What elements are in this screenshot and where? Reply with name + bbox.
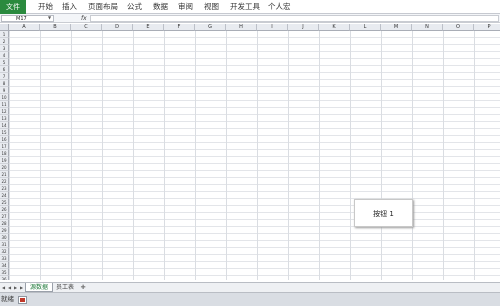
column-header-b[interactable]: B <box>40 24 71 31</box>
tab-insert[interactable]: 插入 <box>62 0 77 14</box>
column-header-o[interactable]: O <box>443 24 474 31</box>
row-header-8[interactable]: 8 <box>0 80 9 87</box>
row-header-28[interactable]: 28 <box>0 220 9 227</box>
column-header-h[interactable]: H <box>226 24 257 31</box>
row-header-34[interactable]: 34 <box>0 262 9 269</box>
column-header-c[interactable]: C <box>71 24 102 31</box>
tab-personal-macro[interactable]: 个人宏 <box>268 0 291 14</box>
column-header-g[interactable]: G <box>195 24 226 31</box>
tab-review[interactable]: 审阅 <box>178 0 193 14</box>
row-header-6[interactable]: 6 <box>0 66 9 73</box>
column-header-n[interactable]: N <box>412 24 443 31</box>
file-tab[interactable]: 文件 <box>0 0 26 14</box>
column-header-k[interactable]: K <box>319 24 350 31</box>
row-header-36[interactable]: 36 <box>0 276 9 280</box>
row-header-14[interactable]: 14 <box>0 122 9 129</box>
status-ready-text: 就绪 <box>1 295 14 303</box>
row-header-32[interactable]: 32 <box>0 248 9 255</box>
row-header-27[interactable]: 27 <box>0 213 9 220</box>
row-header-20[interactable]: 20 <box>0 164 9 171</box>
column-header-d[interactable]: D <box>102 24 133 31</box>
column-header-p[interactable]: P <box>474 24 500 31</box>
function-icon[interactable]: fx <box>81 14 87 23</box>
row-header-13[interactable]: 13 <box>0 115 9 122</box>
row-header-18[interactable]: 18 <box>0 150 9 157</box>
row-header-12[interactable]: 12 <box>0 108 9 115</box>
column-header-j[interactable]: J <box>288 24 319 31</box>
row-header-2[interactable]: 2 <box>0 38 9 45</box>
column-header-a[interactable]: A <box>9 24 40 31</box>
tab-data[interactable]: 数据 <box>153 0 168 14</box>
row-header-1[interactable]: 1 <box>0 31 9 38</box>
row-header-5[interactable]: 5 <box>0 59 9 66</box>
tab-developer[interactable]: 开发工具 <box>230 0 260 14</box>
spreadsheet-grid: ABCDEFGHIJKLMNOP 1 2 3 4 5 6 7 8 9 10 11 12 13 14 15 16… <box>0 24 500 280</box>
column-header-m[interactable]: M <box>381 24 412 31</box>
column-header-i[interactable]: I <box>257 24 288 31</box>
row-header-21[interactable]: 21 <box>0 171 9 178</box>
row-header-7[interactable]: 7 <box>0 73 9 80</box>
prev-sheet-icon[interactable]: ◀ <box>7 284 12 291</box>
next-sheet-icon[interactable]: ▶ <box>13 284 18 291</box>
row-header-3[interactable]: 3 <box>0 45 9 52</box>
last-sheet-icon[interactable]: ▶ <box>19 284 24 291</box>
row-header-33[interactable]: 33 <box>0 255 9 262</box>
row-header-25[interactable]: 25 <box>0 199 9 206</box>
row-header-24[interactable]: 24 <box>0 192 9 199</box>
row-header-35[interactable]: 35 <box>0 269 9 276</box>
status-bar: 就绪 <box>0 292 500 306</box>
first-sheet-icon[interactable]: ◀ <box>1 284 6 291</box>
sheet-tab-employee[interactable]: 员工表 <box>54 283 76 292</box>
select-all-corner[interactable] <box>0 24 9 31</box>
formula-input[interactable] <box>90 15 499 22</box>
row-header-11[interactable]: 11 <box>0 101 9 108</box>
tab-view[interactable]: 视图 <box>204 0 219 14</box>
form-control-button[interactable]: 按钮 1 <box>354 199 413 227</box>
row-header-10[interactable]: 10 <box>0 94 9 101</box>
column-header-f[interactable]: F <box>164 24 195 31</box>
row-header-26[interactable]: 26 <box>0 206 9 213</box>
row-header-22[interactable]: 22 <box>0 178 9 185</box>
row-header-19[interactable]: 19 <box>0 157 9 164</box>
row-header-23[interactable]: 23 <box>0 185 9 192</box>
column-header-l[interactable]: L <box>350 24 381 31</box>
row-header-17[interactable]: 17 <box>0 143 9 150</box>
row-header-30[interactable]: 30 <box>0 234 9 241</box>
row-header-31[interactable]: 31 <box>0 241 9 248</box>
row-header-9[interactable]: 9 <box>0 87 9 94</box>
name-box[interactable]: M17 <box>1 15 54 22</box>
new-sheet-icon[interactable]: ✚ <box>78 283 88 292</box>
column-header-e[interactable]: E <box>133 24 164 31</box>
tab-page-layout[interactable]: 页面布局 <box>88 0 118 14</box>
row-header-16[interactable]: 16 <box>0 136 9 143</box>
record-macro-icon[interactable] <box>18 296 27 304</box>
row-header-29[interactable]: 29 <box>0 227 9 234</box>
cell-area[interactable] <box>9 31 500 280</box>
ribbon-tab-bar: 文件 开始 插入 页面布局 公式 数据 审阅 视图 开发工具 个人宏 <box>0 0 500 14</box>
sheet-tab-source-data[interactable]: 源数据 <box>25 283 53 292</box>
chevron-down-icon[interactable]: ▼ <box>48 15 51 20</box>
row-header-15[interactable]: 15 <box>0 129 9 136</box>
row-header-4[interactable]: 4 <box>0 52 9 59</box>
tab-formulas[interactable]: 公式 <box>127 0 142 14</box>
tab-home[interactable]: 开始 <box>38 0 53 14</box>
formula-bar: M17 ▼ fx <box>0 14 500 23</box>
sheet-tab-bar: ◀ ◀ ▶ ▶ 源数据 员工表 ✚ <box>0 282 500 292</box>
